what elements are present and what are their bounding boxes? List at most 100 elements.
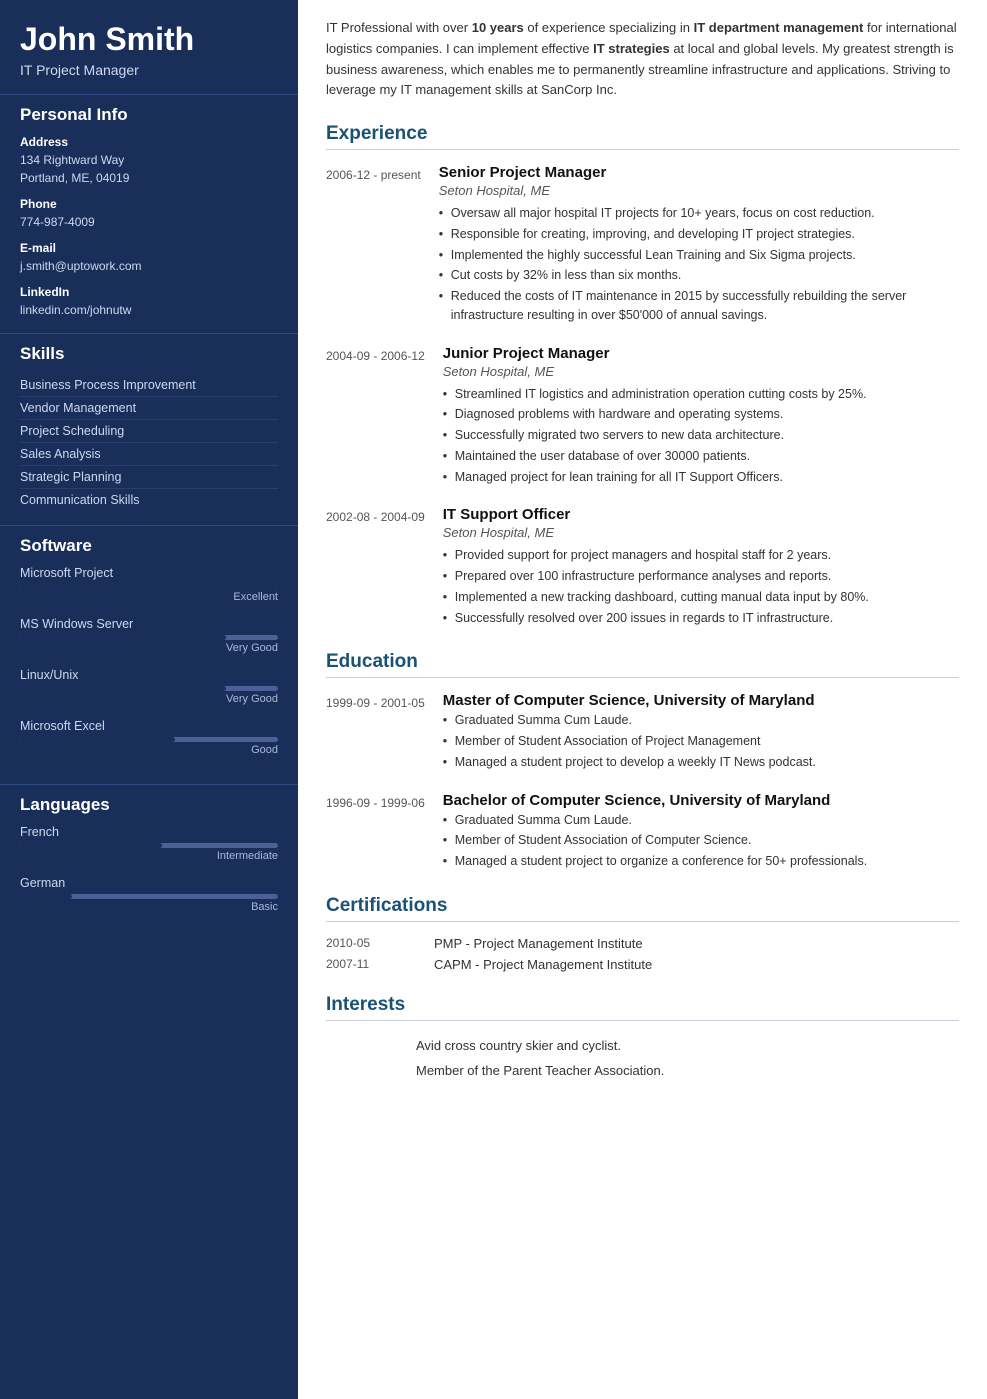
software-bar-fill [20, 584, 278, 589]
experience-date: 2002-08 - 2004-09 [326, 506, 425, 629]
experience-list: 2006-12 - presentSenior Project ManagerS… [326, 164, 959, 629]
certification-date: 2007-11 [326, 957, 416, 972]
experience-org: Seton Hospital, ME [443, 364, 959, 379]
certifications-section: Certifications 2010-05 PMP - Project Mana… [326, 895, 959, 972]
language-name: French [20, 825, 278, 839]
language-bar-fill [20, 894, 72, 899]
skill-item: Project Scheduling [20, 420, 278, 443]
linkedin-label: LinkedIn [20, 285, 278, 299]
personal-info-title: Personal Info [20, 105, 278, 125]
software-bar [20, 635, 278, 640]
list-item: Managed project for lean training for al… [443, 468, 959, 487]
language-item: French Intermediate [20, 825, 278, 862]
skill-item: Strategic Planning [20, 466, 278, 489]
experience-entry: 2006-12 - presentSenior Project ManagerS… [326, 164, 959, 327]
certification-value: PMP - Project Management Institute [434, 936, 643, 951]
list-item: Implemented the highly successful Lean T… [439, 246, 959, 265]
skill-item: Vendor Management [20, 397, 278, 420]
list-item: Managed a student project to organize a … [443, 852, 959, 871]
skills-list: Business Process ImprovementVendor Manag… [20, 374, 278, 511]
experience-title: Junior Project Manager [443, 345, 959, 362]
software-level: Very Good [20, 693, 278, 705]
education-bullets: Graduated Summa Cum Laude.Member of Stud… [443, 711, 959, 771]
language-bar [20, 843, 278, 848]
software-level: Very Good [20, 642, 278, 654]
experience-title: Experience [326, 123, 959, 150]
summary-text: IT Professional with over 10 years of ex… [326, 18, 959, 101]
education-content: Bachelor of Computer Science, University… [443, 792, 959, 873]
experience-title: Senior Project Manager [439, 164, 959, 181]
languages-section: Languages French Intermediate GermanBasic [0, 784, 298, 941]
experience-bullets: Oversaw all major hospital IT projects f… [439, 204, 959, 325]
education-bullets: Graduated Summa Cum Laude.Member of Stud… [443, 811, 959, 871]
software-item: Linux/Unix Very Good [20, 668, 278, 705]
experience-bullets: Provided support for project managers an… [443, 546, 959, 627]
email-label: E-mail [20, 241, 278, 255]
interests-title: Interests [326, 994, 959, 1021]
languages-list: French Intermediate GermanBasic [20, 825, 278, 913]
software-name: MS Windows Server [20, 617, 278, 631]
education-entry: 1996-09 - 1999-06 Bachelor of Computer Sc… [326, 792, 959, 873]
address-label: Address [20, 135, 278, 149]
list-item: Successfully migrated two servers to new… [443, 426, 959, 445]
software-bar-fill [20, 686, 226, 691]
language-level: Intermediate [20, 850, 278, 862]
software-list: Microsoft ProjectExcellentMS Windows Ser… [20, 566, 278, 756]
certification-date: 2010-05 [326, 936, 416, 951]
interest-item: Member of the Parent Teacher Association… [326, 1060, 959, 1081]
software-bar [20, 584, 278, 589]
phone-label: Phone [20, 197, 278, 211]
languages-title: Languages [20, 795, 278, 815]
software-level: Good [20, 744, 278, 756]
list-item: Graduated Summa Cum Laude. [443, 711, 959, 730]
language-bar-fill [20, 843, 162, 848]
experience-section: Experience 2006-12 - presentSenior Proje… [326, 123, 959, 629]
language-item: GermanBasic [20, 876, 278, 913]
education-list: 1999-09 - 2001-05Master of Computer Scie… [326, 692, 959, 873]
certifications-title: Certifications [326, 895, 959, 922]
education-title: Master of Computer Science, University o… [443, 692, 959, 709]
skill-item: Sales Analysis [20, 443, 278, 466]
phone-value: 774-987-4009 [20, 213, 278, 231]
software-bar [20, 686, 278, 691]
linkedin-value: linkedin.com/johnutw [20, 301, 278, 319]
language-level: Basic [20, 901, 278, 913]
list-item: Provided support for project managers an… [443, 546, 959, 565]
certification-entry: 2007-11CAPM - Project Management Institu… [326, 957, 959, 972]
experience-entry: 2002-08 - 2004-09IT Support OfficerSeton… [326, 506, 959, 629]
skill-item: Communication Skills [20, 489, 278, 511]
sidebar-header: John Smith IT Project Manager [0, 0, 298, 94]
skills-section: Skills Business Process ImprovementVendo… [0, 333, 298, 525]
software-bar-fill [20, 635, 226, 640]
list-item: Streamlined IT logistics and administrat… [443, 385, 959, 404]
interests-list: Avid cross country skier and cyclist. Mem… [326, 1035, 959, 1081]
address-line1: 134 Rightward Way [20, 151, 278, 169]
sidebar: John Smith IT Project Manager Personal I… [0, 0, 298, 1399]
software-name: Microsoft Excel [20, 719, 278, 733]
list-item: Managed a student project to develop a w… [443, 753, 959, 772]
education-title: Bachelor of Computer Science, University… [443, 792, 959, 809]
interests-section: Interests Avid cross country skier and c… [326, 994, 959, 1081]
candidate-title: IT Project Manager [20, 62, 278, 78]
education-content: Master of Computer Science, University o… [443, 692, 959, 773]
experience-org: Seton Hospital, ME [439, 183, 959, 198]
education-entry: 1999-09 - 2001-05Master of Computer Scie… [326, 692, 959, 773]
address-line2: Portland, ME, 04019 [20, 169, 278, 187]
software-name: Linux/Unix [20, 668, 278, 682]
certifications-list: 2010-05 PMP - Project Management Institut… [326, 936, 959, 972]
personal-info-section: Personal Info Address 134 Rightward Way … [0, 94, 298, 333]
experience-content: IT Support OfficerSeton Hospital, MEProv… [443, 506, 959, 629]
list-item: Cut costs by 32% in less than six months… [439, 266, 959, 285]
list-item: Prepared over 100 infrastructure perform… [443, 567, 959, 586]
interest-item: Avid cross country skier and cyclist. [326, 1035, 959, 1056]
experience-content: Junior Project Manager Seton Hospital, ME… [443, 345, 959, 489]
list-item: Member of Student Association of Compute… [443, 831, 959, 850]
certification-entry: 2010-05 PMP - Project Management Institut… [326, 936, 959, 951]
experience-bullets: Streamlined IT logistics and administrat… [443, 385, 959, 487]
skill-item: Business Process Improvement [20, 374, 278, 397]
email-value: j.smith@uptowork.com [20, 257, 278, 275]
experience-title: IT Support Officer [443, 506, 959, 523]
skills-title: Skills [20, 344, 278, 364]
list-item: Graduated Summa Cum Laude. [443, 811, 959, 830]
education-date: 1996-09 - 1999-06 [326, 792, 425, 873]
